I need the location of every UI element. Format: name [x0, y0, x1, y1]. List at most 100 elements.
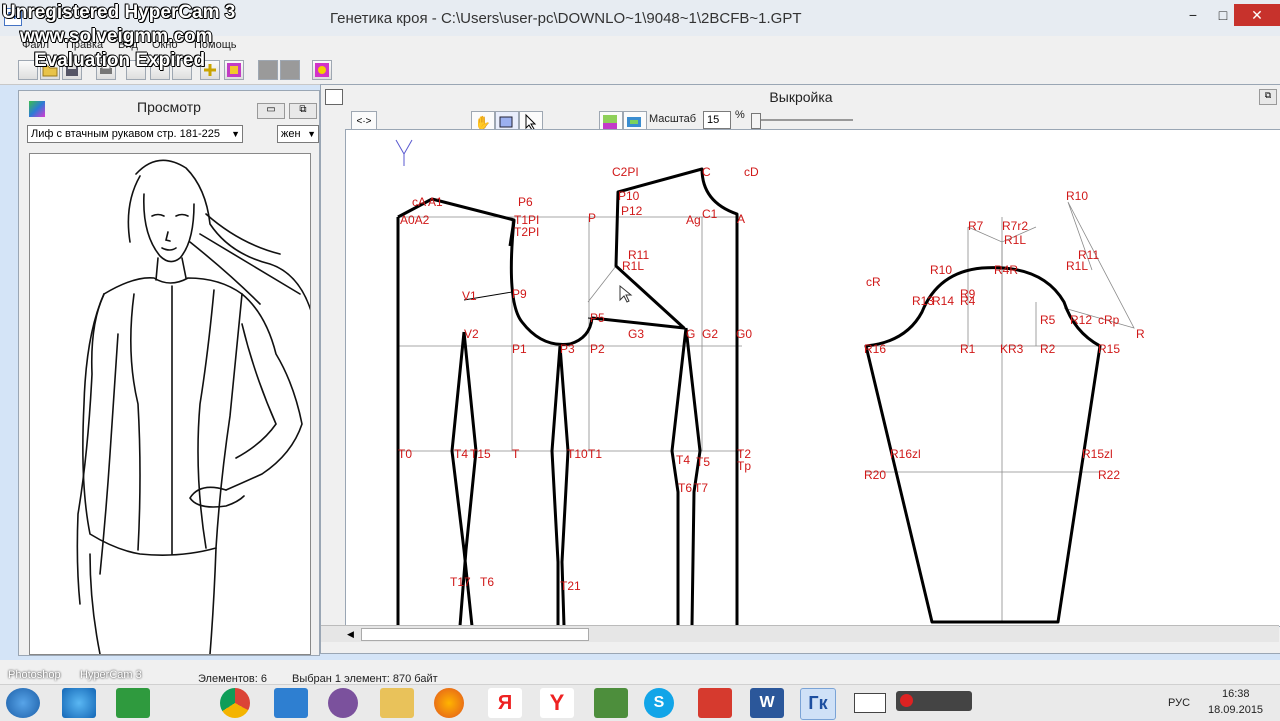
- bodice-point-label: Ag: [686, 213, 701, 227]
- input-language[interactable]: РУС: [1168, 697, 1190, 709]
- tool-icon-d[interactable]: [280, 60, 300, 80]
- sleeve-point-label: R: [1136, 327, 1145, 341]
- store-icon[interactable]: [116, 688, 150, 718]
- bodice-point-label: T4: [676, 453, 690, 467]
- bodice-point-label: R1L: [622, 259, 644, 273]
- pattern-marker-icon: [395, 139, 413, 166]
- window-title: Генетика кроя - C:\Users\user-pc\DOWNLO~…: [330, 10, 802, 27]
- evernote-icon[interactable]: [594, 688, 628, 718]
- bodice-point-label: cA: [412, 195, 426, 209]
- watermark-line-1: Unregistered HyperCam 3: [2, 2, 236, 23]
- bodice-point-label: G0: [736, 327, 752, 341]
- sleeve-point-label: R1: [960, 342, 976, 356]
- bodice-point-label: cD: [744, 165, 759, 179]
- pattern-drawing: cA A1A0A2P6T1PIT2PIC2PI CcDP10P12P Ag C1 AR11…: [395, 139, 1145, 626]
- sleeve-point-label: R2: [1040, 342, 1056, 356]
- scale-slider-thumb[interactable]: [751, 113, 761, 129]
- bodice-point-label: P5: [590, 311, 605, 325]
- sleeve-point-label: R14: [932, 294, 954, 308]
- scroll-thumb[interactable]: [361, 628, 589, 641]
- sleeve-point-label: R1L: [1004, 233, 1026, 247]
- bodice-point-label: A1: [428, 195, 443, 209]
- gender-select[interactable]: жен ▼: [277, 125, 319, 143]
- scroll-left-icon[interactable]: ◀: [347, 629, 354, 640]
- color-tool-icon[interactable]: [312, 60, 332, 80]
- model-select[interactable]: Лиф с втачным рукавом стр. 181-225 ▼: [27, 125, 243, 143]
- bodice-point-label: T7: [694, 481, 708, 495]
- sleeve-point-label: cR: [866, 275, 881, 289]
- scale-input[interactable]: 15: [703, 111, 731, 129]
- media-player-icon[interactable]: [274, 688, 308, 718]
- woman-jacket-illustration: [76, 159, 310, 654]
- pattern-panel: Выкройка ⧉ <·> ✋ Масштаб 15 % cA A1 A0A2…: [320, 84, 1280, 654]
- status-bar: [0, 660, 1280, 684]
- sleeve-point-label: R4: [960, 294, 976, 308]
- sleeve-point-label: R20: [864, 468, 886, 482]
- bodice-point-label: Tp: [737, 459, 751, 473]
- sleeve-point-label: cRp: [1098, 313, 1120, 327]
- taskbar-label-hypercam: HyperCam 3: [80, 669, 142, 681]
- bodice-point-label: P12: [621, 204, 643, 218]
- keyboard-icon[interactable]: [854, 693, 886, 713]
- sleeve-point-label: KR3: [1000, 342, 1024, 356]
- preview-minimize-button[interactable]: ▭: [257, 103, 285, 119]
- bodice-point-label: G3: [628, 327, 644, 341]
- sleeve-point-label: R4R: [994, 263, 1018, 277]
- recorder-controls[interactable]: [896, 691, 972, 711]
- bodice-point-label: T4: [454, 447, 468, 461]
- bodice-point-label: C2PI: [612, 165, 639, 179]
- yandex-browser-icon[interactable]: Y: [540, 688, 574, 718]
- app-red-icon[interactable]: [698, 688, 732, 718]
- chrome-icon[interactable]: [220, 688, 250, 718]
- internet-explorer-icon[interactable]: [62, 688, 96, 718]
- sleeve-point-label: R16: [864, 342, 886, 356]
- clock-date[interactable]: 18.09.2015: [1208, 704, 1263, 716]
- firefox-icon[interactable]: [434, 688, 464, 718]
- bodice-point-label: T2PI: [514, 225, 539, 239]
- clock-time[interactable]: 16:38: [1222, 688, 1250, 700]
- bodice-point-label: T21: [560, 579, 581, 593]
- bodice-point-label: C1: [702, 207, 718, 221]
- bodice-point-label: T1: [588, 447, 602, 461]
- bodice-point-label: P10: [618, 189, 640, 203]
- pattern-canvas[interactable]: cA A1 A0A2 P6 T1PI T2PI C2PI CcD P10 P12 P Ag C1 A R11…: [345, 129, 1280, 627]
- genetika-kroya-taskbar-icon[interactable]: Гк: [800, 688, 836, 720]
- bodice-point-label: V1: [462, 289, 477, 303]
- bodice-point-label: A: [737, 212, 745, 226]
- start-button-icon[interactable]: [6, 688, 40, 718]
- bodice-point-label: P: [588, 211, 596, 225]
- horizontal-scrollbar[interactable]: ◀: [321, 625, 1279, 642]
- bodice-point-label: T6: [480, 575, 494, 589]
- word-icon[interactable]: W: [750, 688, 784, 718]
- bodice-point-label: V2: [464, 327, 479, 341]
- sleeve-point-label: R1L: [1066, 259, 1088, 273]
- close-button[interactable]: ✕: [1234, 4, 1280, 26]
- preview-panel: Просмотр ▭ ⧉ Лиф с втачным рукавом стр. …: [18, 90, 320, 656]
- viber-icon[interactable]: [328, 688, 358, 718]
- sleeve-point-label: R16zl: [890, 447, 921, 461]
- taskbar: Photoshop HyperCam 3 Я Y S W Гк РУС 16:3…: [0, 669, 1280, 721]
- preview-restore-button[interactable]: ⧉: [289, 103, 317, 119]
- taskbar-label-photoshop: Photoshop: [8, 669, 61, 681]
- sleeve-point-label: R15zl: [1082, 447, 1113, 461]
- sleeve-point-label: R22: [1098, 468, 1120, 482]
- scale-slider-track[interactable]: [761, 119, 853, 121]
- bodice-point-label: T10: [567, 447, 588, 461]
- bodice-point-label: P3: [560, 342, 575, 356]
- sleeve-point-label: R12: [1070, 313, 1092, 327]
- pattern-restore-button[interactable]: ⧉: [1259, 89, 1277, 105]
- skype-icon[interactable]: S: [644, 688, 674, 718]
- minimize-button[interactable]: −: [1178, 4, 1208, 26]
- tool-icon-c[interactable]: [258, 60, 278, 80]
- bodice-point-label: T6: [678, 481, 692, 495]
- sleeve-point-labels: R10R7 R7r2R1LR11R1LR10 R4RcRR9R13R14 R4R5 R1…: [864, 189, 1145, 482]
- model-select-value: Лиф с втачным рукавом стр. 181-225: [31, 128, 221, 140]
- sleeve-point-label: R10: [1066, 189, 1088, 203]
- file-explorer-icon[interactable]: [380, 688, 414, 718]
- yandex-icon[interactable]: Я: [488, 688, 522, 718]
- palette-icon[interactable]: [224, 60, 244, 80]
- bodice-point-label: G2: [702, 327, 718, 341]
- bodice-point-label: T5: [696, 455, 710, 469]
- pattern-construction-grid: [398, 201, 1135, 622]
- bodice-point-label: C: [702, 165, 711, 179]
